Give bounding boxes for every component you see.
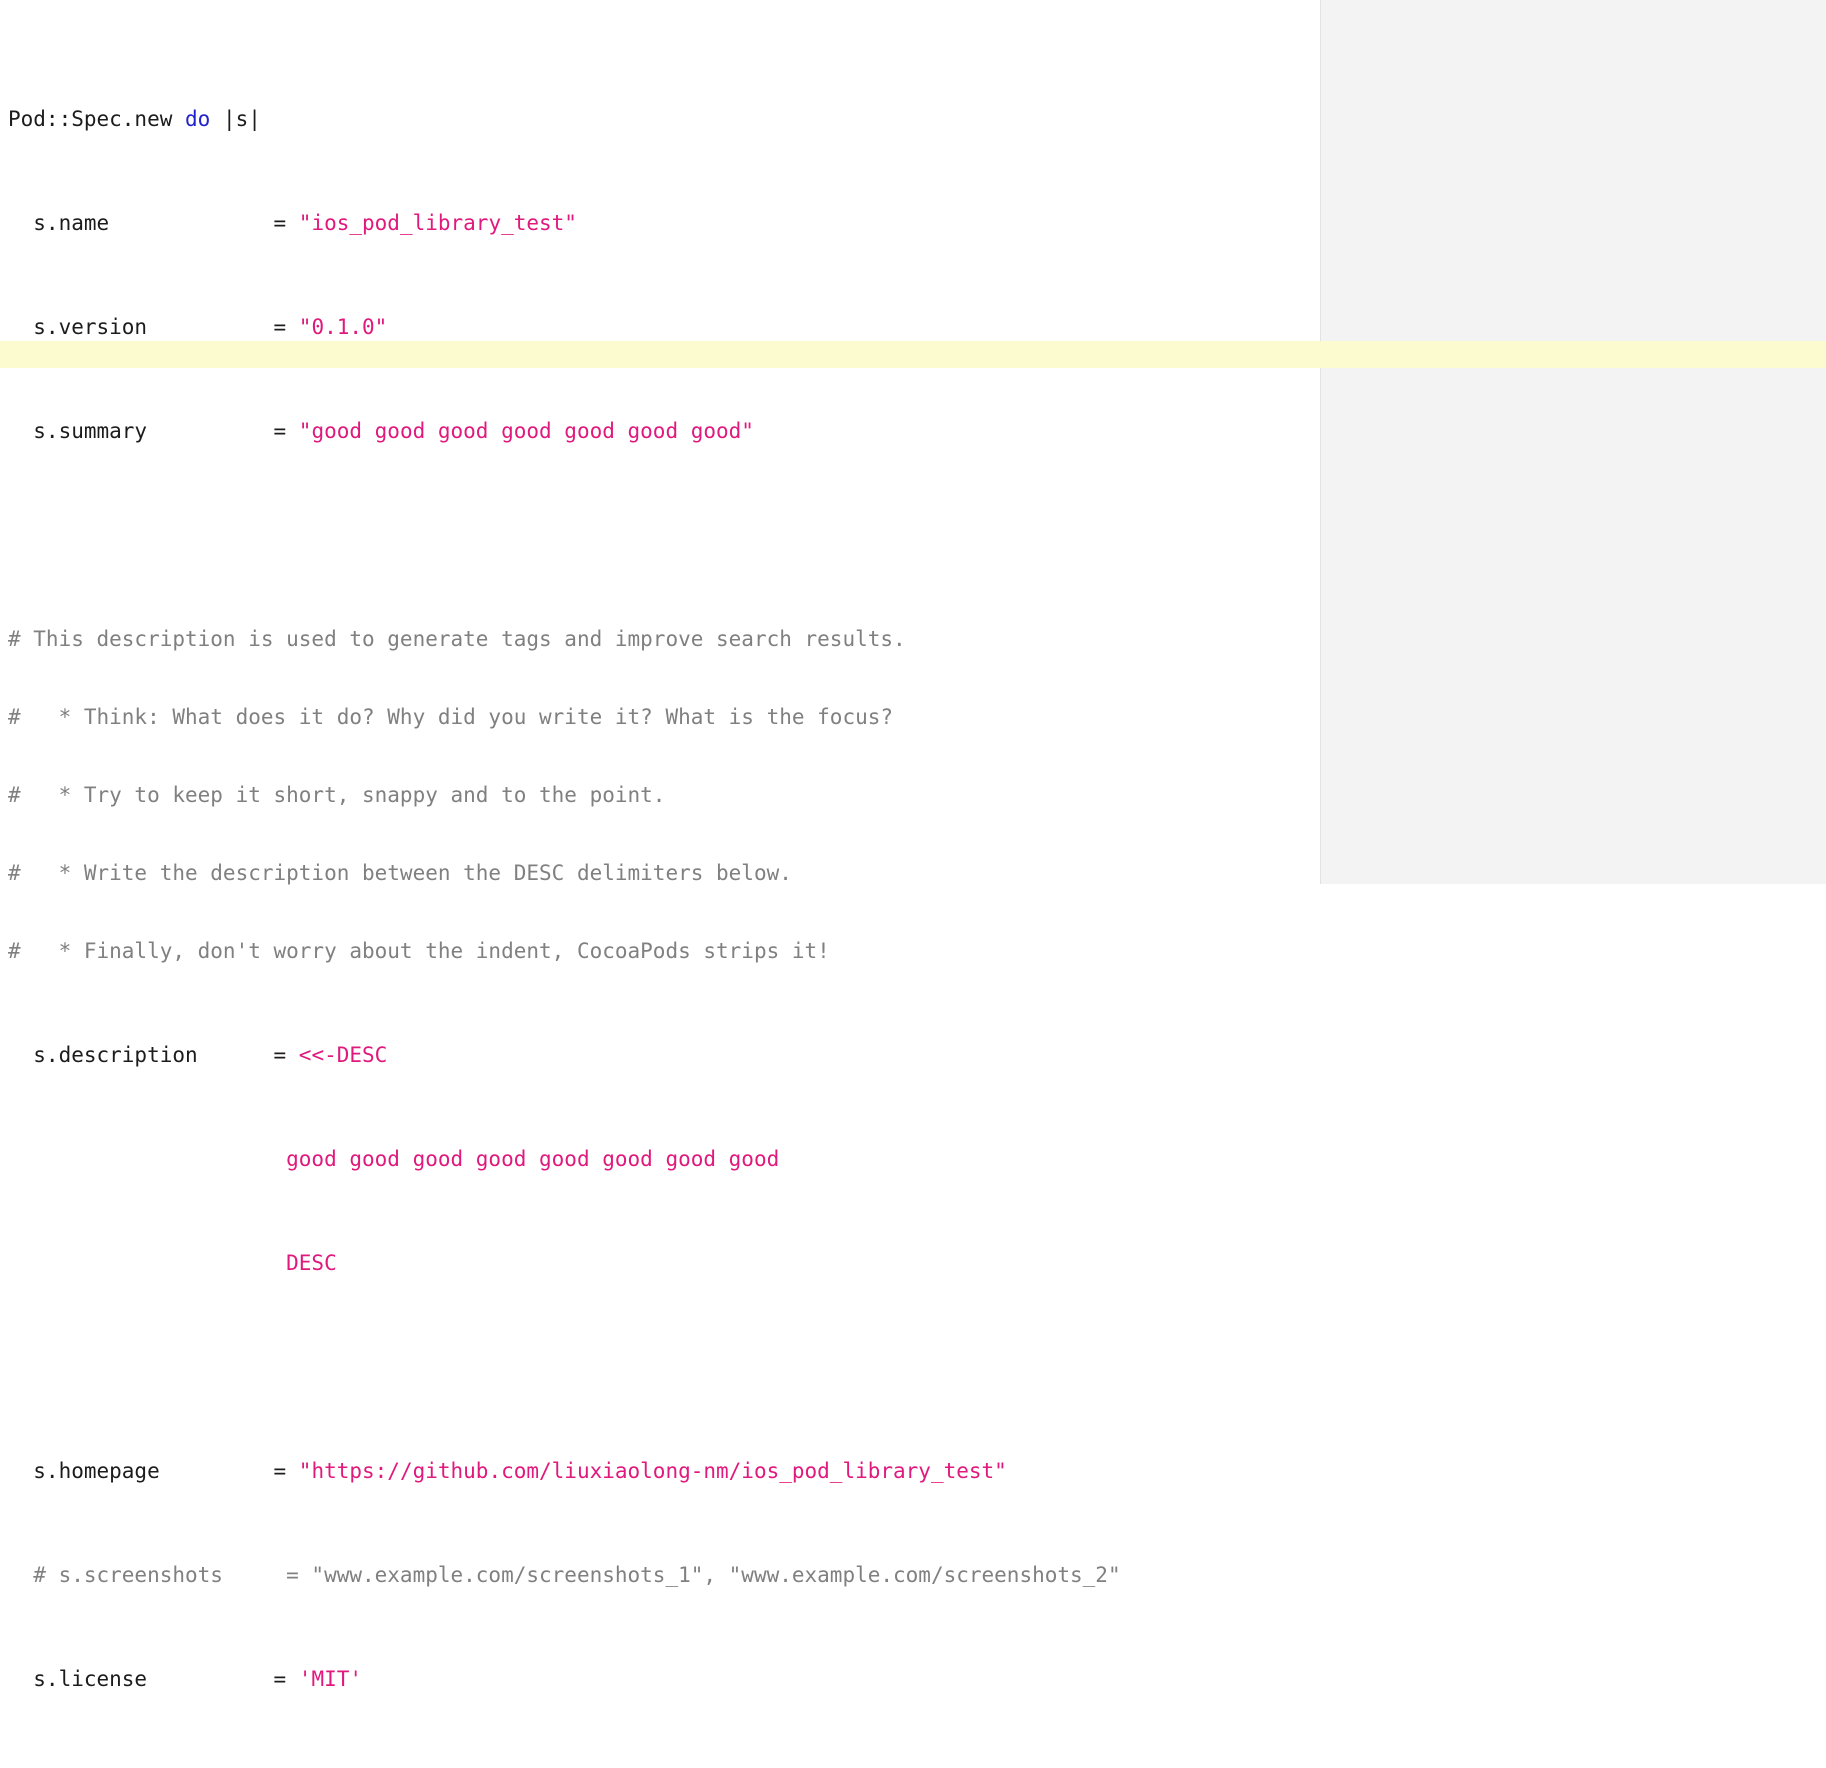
token-attr-license: s.license = <box>8 1667 299 1691</box>
token-block-var: |s| <box>210 107 261 131</box>
code-editor-content[interactable]: Pod::Spec.new do |s| s.name = "ios_pod_l… <box>0 28 1826 1768</box>
token-attr-homepage: s.homepage = <box>8 1459 299 1483</box>
token-heredoc-body: good good good good good good good good <box>8 1147 780 1171</box>
code-line-comment-description[interactable]: # This description is used to generate t… <box>0 626 1826 652</box>
code-line-blank-2[interactable] <box>0 1354 1826 1380</box>
token-attr-summary: s.summary = <box>8 419 299 443</box>
clipped-top-line: " <box>8 0 21 12</box>
token-value-name: "ios_pod_library_test" <box>298 211 577 235</box>
code-line-heredoc-close[interactable]: DESC <box>0 1250 1826 1276</box>
token-keyword-do: do <box>185 107 211 131</box>
code-line-comment-delimiters[interactable]: # * Write the description between the DE… <box>0 860 1826 886</box>
code-line-summary[interactable]: s.summary = "good good good good good go… <box>0 418 1826 444</box>
code-line-comment-think[interactable]: # * Think: What does it do? Why did you … <box>0 704 1826 730</box>
token-comment-indent: # * Finally, don't worry about the inden… <box>8 939 830 963</box>
token-comment-screenshots: # s.screenshots = "www.example.com/scree… <box>8 1563 1121 1587</box>
token-heredoc-open: <<-DESC <box>298 1043 388 1067</box>
token-comment-short: # * Try to keep it short, snappy and to … <box>8 783 666 807</box>
token-value-homepage: "https://github.com/liuxiaolong-nm/ios_p… <box>298 1459 1007 1483</box>
token-attr-description: s.description = <box>8 1043 299 1067</box>
token-comment-think: # * Think: What does it do? Why did you … <box>8 705 894 729</box>
token-attr-version: s.version = <box>8 315 299 339</box>
code-line-license[interactable]: s.license = 'MIT' <box>0 1666 1826 1692</box>
code-line-blank-1[interactable] <box>0 522 1826 548</box>
token-value-summary: "good good good good good good good" <box>298 419 754 443</box>
code-line-name[interactable]: s.name = "ios_pod_library_test" <box>0 210 1826 236</box>
code-line-comment-screenshots[interactable]: # s.screenshots = "www.example.com/scree… <box>0 1562 1826 1588</box>
code-line-pod-spec-new[interactable]: Pod::Spec.new do |s| <box>0 106 1826 132</box>
token-pod-spec-new: Pod::Spec.new <box>8 107 186 131</box>
editor-window: " Pod::Spec.new do |s| s.name = "ios_pod… <box>0 0 1826 1691</box>
token-value-version: "0.1.0" <box>298 315 388 339</box>
token-comment-description: # This description is used to generate t… <box>8 627 906 651</box>
code-line-comment-indent[interactable]: # * Finally, don't worry about the inden… <box>0 938 1826 964</box>
code-line-heredoc-body[interactable]: good good good good good good good good <box>0 1146 1826 1172</box>
code-line-homepage[interactable]: s.homepage = "https://github.com/liuxiao… <box>0 1458 1826 1484</box>
token-value-license: 'MIT' <box>298 1667 363 1691</box>
code-line-description[interactable]: s.description = <<-DESC <box>0 1042 1826 1068</box>
code-line-version[interactable]: s.version = "0.1.0" <box>0 314 1826 340</box>
token-heredoc-close: DESC <box>8 1251 337 1275</box>
token-attr-name: s.name = <box>8 211 299 235</box>
code-line-comment-short[interactable]: # * Try to keep it short, snappy and to … <box>0 782 1826 808</box>
token-comment-delimiters: # * Write the description between the DE… <box>8 861 792 885</box>
